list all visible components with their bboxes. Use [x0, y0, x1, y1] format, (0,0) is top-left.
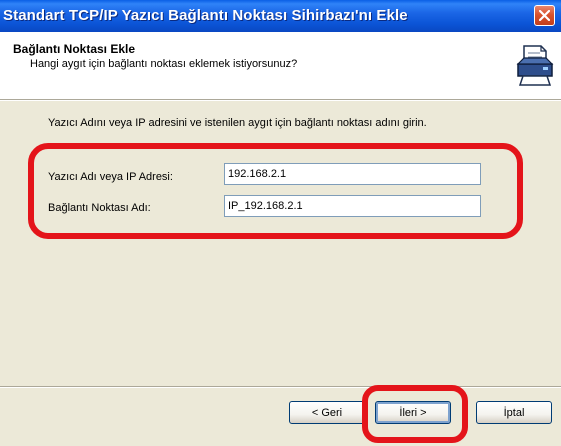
close-icon — [539, 10, 550, 21]
highlight-annotation-fields — [28, 143, 523, 239]
header-divider — [0, 99, 561, 101]
page-title: Bağlantı Noktası Ekle — [13, 42, 136, 56]
highlight-annotation-next — [362, 385, 468, 443]
cancel-button[interactable]: İptal — [476, 401, 552, 424]
wizard-header: Bağlantı Noktası Ekle Hangi aygıt için b… — [0, 32, 561, 99]
close-button[interactable] — [534, 5, 555, 26]
window-title: Standart TCP/IP Yazıcı Bağlantı Noktası … — [3, 7, 408, 24]
title-bar: Standart TCP/IP Yazıcı Bağlantı Noktası … — [0, 0, 561, 32]
back-button[interactable]: < Geri — [289, 401, 365, 424]
page-subtitle: Hangi aygıt için bağlantı noktası ekleme… — [30, 58, 298, 70]
footer-divider — [0, 386, 561, 388]
instruction-text: Yazıcı Adını veya IP adresini ve istenil… — [48, 117, 427, 129]
printer-icon — [516, 45, 554, 86]
